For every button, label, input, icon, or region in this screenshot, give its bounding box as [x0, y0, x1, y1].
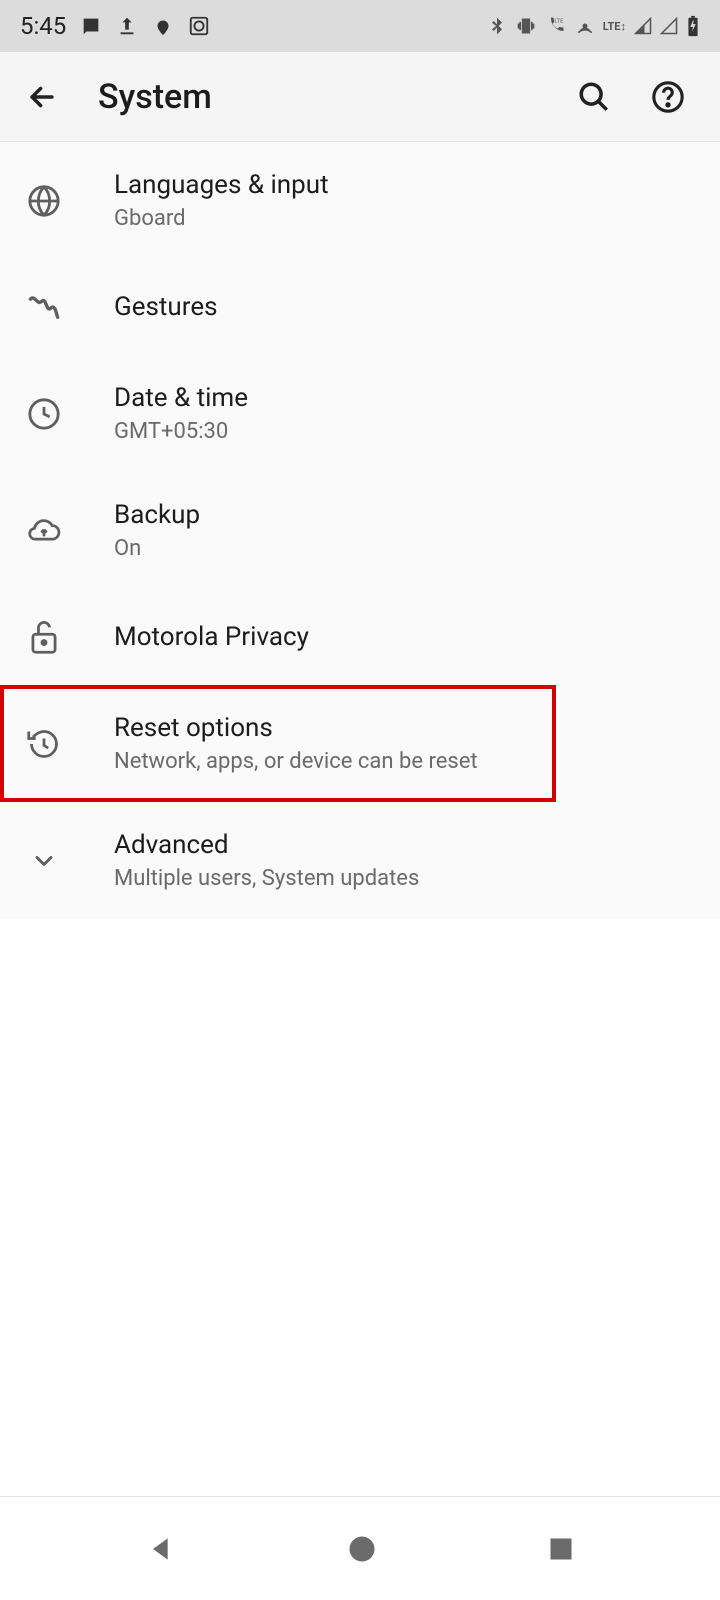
page-title: System [98, 77, 572, 117]
notification-message-icon [80, 15, 102, 37]
signal-sim1-icon [634, 17, 652, 35]
item-subtitle: On [114, 536, 200, 561]
arrow-left-icon [25, 80, 59, 114]
item-title: Languages & input [114, 170, 329, 200]
help-button[interactable] [646, 75, 690, 119]
item-languages-input[interactable]: Languages & input Gboard [0, 142, 720, 259]
gesture-icon [24, 287, 64, 327]
status-left: 5:45 [20, 12, 210, 40]
battery-charging-icon [686, 15, 700, 37]
item-subtitle: GMT+05:30 [114, 419, 248, 444]
hotspot-icon [575, 16, 595, 36]
triangle-back-icon [145, 1533, 177, 1565]
navigation-bar [0, 1496, 720, 1600]
chevron-down-icon [24, 841, 64, 881]
item-title: Advanced [114, 830, 419, 860]
item-title: Date & time [114, 383, 248, 413]
restore-icon [24, 724, 64, 764]
notification-cast-icon [188, 15, 210, 37]
app-bar: System [0, 52, 720, 142]
item-reset-options[interactable]: Reset options Network, apps, or device c… [0, 685, 556, 802]
item-backup[interactable]: Backup On [0, 472, 720, 589]
item-title: Reset options [114, 713, 478, 743]
item-advanced[interactable]: Advanced Multiple users, System updates [0, 802, 720, 919]
item-subtitle: Gboard [114, 206, 329, 231]
status-time: 5:45 [20, 12, 66, 40]
unlock-icon [24, 617, 64, 657]
nav-back-button[interactable] [145, 1533, 177, 1565]
volte-call-icon: LTE [545, 16, 567, 36]
signal-sim2-icon [660, 17, 678, 35]
clock-icon [24, 394, 64, 434]
item-title: Gestures [114, 292, 218, 322]
item-gestures[interactable]: Gestures [0, 259, 720, 355]
item-date-time[interactable]: Date & time GMT+05:30 [0, 355, 720, 472]
square-recent-icon [547, 1535, 575, 1563]
upload-icon [116, 15, 138, 37]
status-bar: 5:45 LTE LTE↕ [0, 0, 720, 52]
back-button[interactable] [20, 75, 64, 119]
search-button[interactable] [572, 75, 616, 119]
item-motorola-privacy[interactable]: Motorola Privacy [0, 589, 720, 685]
globe-icon [24, 181, 64, 221]
search-icon [577, 80, 611, 114]
item-subtitle: Multiple users, System updates [114, 866, 419, 891]
vibrate-icon [515, 16, 537, 36]
item-title: Motorola Privacy [114, 622, 309, 652]
bluetooth-icon [487, 15, 507, 37]
nav-home-button[interactable] [347, 1534, 377, 1564]
item-title: Backup [114, 500, 200, 530]
circle-home-icon [347, 1534, 377, 1564]
nav-recent-button[interactable] [547, 1535, 575, 1563]
settings-list: Languages & input Gboard Gestures Date &… [0, 142, 720, 919]
status-right: LTE LTE↕ [487, 15, 700, 37]
lte-data-icon: LTE↕ [603, 20, 626, 33]
cloud-upload-icon [24, 511, 64, 551]
notification-app-icon [152, 15, 174, 37]
svg-text:LTE: LTE [554, 19, 564, 25]
item-subtitle: Network, apps, or device can be reset [114, 749, 478, 774]
app-bar-actions [572, 75, 690, 119]
help-icon [651, 80, 685, 114]
